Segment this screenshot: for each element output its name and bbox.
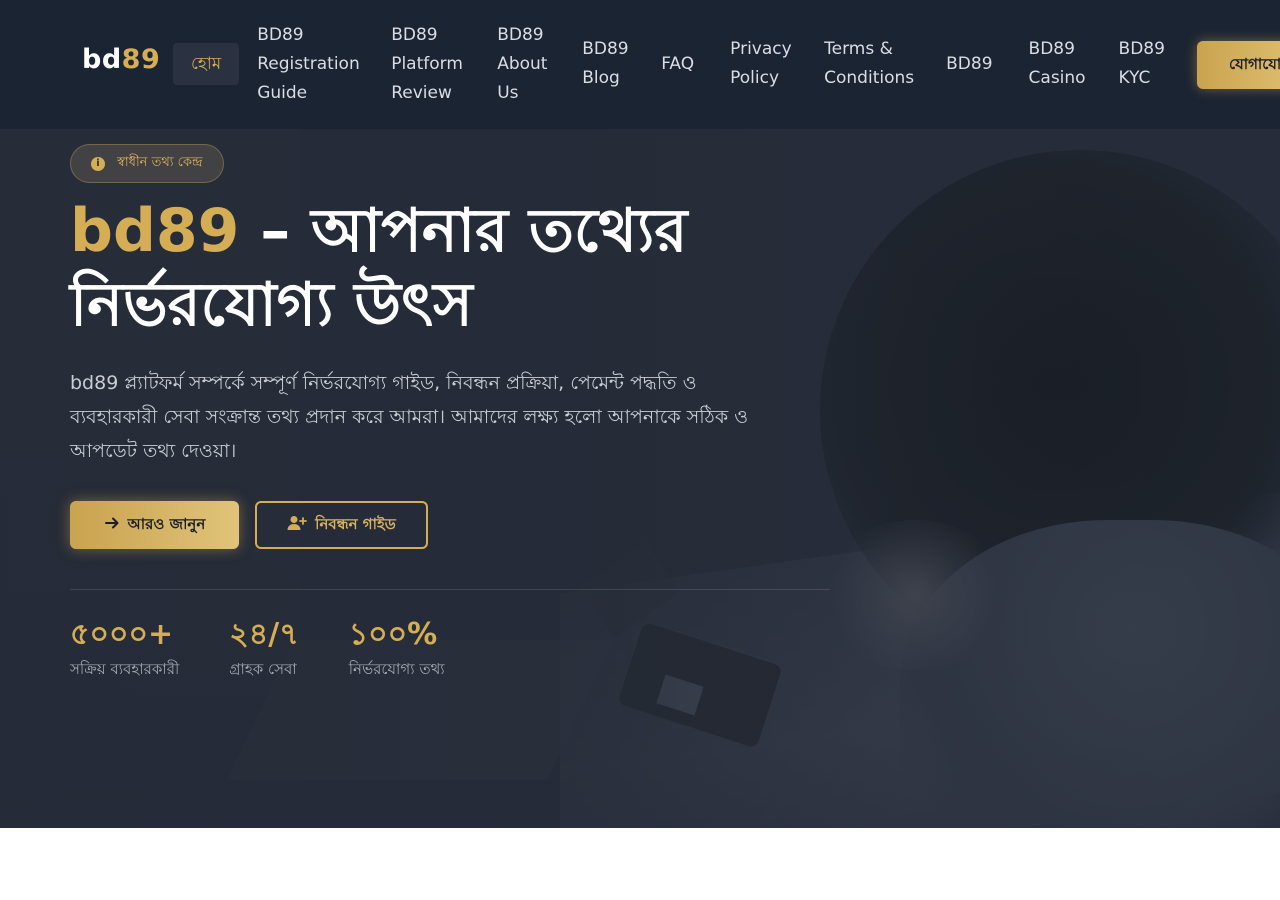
logo-text-primary: bd xyxy=(82,44,122,75)
stat-value: ১০০% xyxy=(348,617,438,652)
learn-more-button[interactable]: আরও জানুন xyxy=(70,501,239,549)
arrow-right-icon xyxy=(104,515,120,535)
nav-item-casino[interactable]: BD89 Casino xyxy=(1011,35,1101,93)
nav-item-about-us[interactable]: BD89 About Us xyxy=(479,21,564,108)
stat-value: ২৪/৭ xyxy=(229,617,299,652)
nav-item-privacy-policy[interactable]: Privacy Policy xyxy=(712,35,806,93)
stat-value: ৫০০০+ xyxy=(70,617,174,652)
stat-item: ৫০০০+ সক্রিয় ব্যবহারকারী xyxy=(70,612,179,680)
badge-label: স্বাধীন তথ্য কেন্দ্র xyxy=(117,155,203,170)
nav-item-platform-review[interactable]: BD89 Platform Review xyxy=(373,21,479,108)
registration-guide-label: নিবন্ধন গাইড xyxy=(315,514,396,533)
nav-item-faq[interactable]: FAQ xyxy=(643,50,712,79)
stat-label: গ্রাহক সেবা xyxy=(229,660,297,678)
contact-button[interactable]: যোগাযো xyxy=(1197,41,1280,89)
nav-item-kyc[interactable]: BD89 KYC xyxy=(1101,35,1180,93)
main-nav: হোম BD89 Registration Guide BD89 Platfor… xyxy=(173,19,1180,109)
stats-divider xyxy=(70,589,830,590)
stat-label: সক্রিয় ব্যবহারকারী xyxy=(70,660,180,678)
nav-item-bd89[interactable]: BD89 xyxy=(928,50,1010,79)
nav-item-blog[interactable]: BD89 Blog xyxy=(564,35,643,93)
hero-title-accent: bd89 xyxy=(70,196,240,266)
learn-more-label: আরও জানুন xyxy=(127,514,206,533)
info-icon: i xyxy=(91,156,105,171)
user-plus-icon xyxy=(287,515,308,535)
info-badge: i স্বাধীন তথ্য কেন্দ্র xyxy=(70,144,224,183)
hero-description: bd89 প্ল্যাটফর্ম সম্পর্কে সম্পূর্ণ নির্ভ… xyxy=(70,372,749,462)
stat-item: ১০০% নির্ভরযোগ্য তথ্য xyxy=(349,612,445,680)
hero-title: bd89 – আপনার তথ্যের নির্ভরযোগ্য উৎস xyxy=(70,194,790,342)
stat-label: নির্ভরযোগ্য তথ্য xyxy=(348,660,445,678)
page-below-hero xyxy=(0,828,1280,900)
stats-row: ৫০০০+ সক্রিয় ব্যবহারকারী ২৪/৭ গ্রাহক সে… xyxy=(70,612,495,680)
nav-item-terms-conditions[interactable]: Terms & Conditions xyxy=(806,35,928,93)
registration-guide-button[interactable]: নিবন্ধন গাইড xyxy=(255,501,428,549)
top-navigation-bar: bd89 হোম BD89 Registration Guide BD89 Pl… xyxy=(0,0,1280,129)
logo-text-accent: 89 xyxy=(121,44,161,75)
nav-item-home[interactable]: হোম xyxy=(173,43,240,85)
nav-item-registration-guide[interactable]: BD89 Registration Guide xyxy=(239,21,373,108)
stat-item: ২৪/৭ গ্রাহক সেবা xyxy=(229,612,298,680)
site-logo[interactable]: bd89 xyxy=(82,44,160,75)
